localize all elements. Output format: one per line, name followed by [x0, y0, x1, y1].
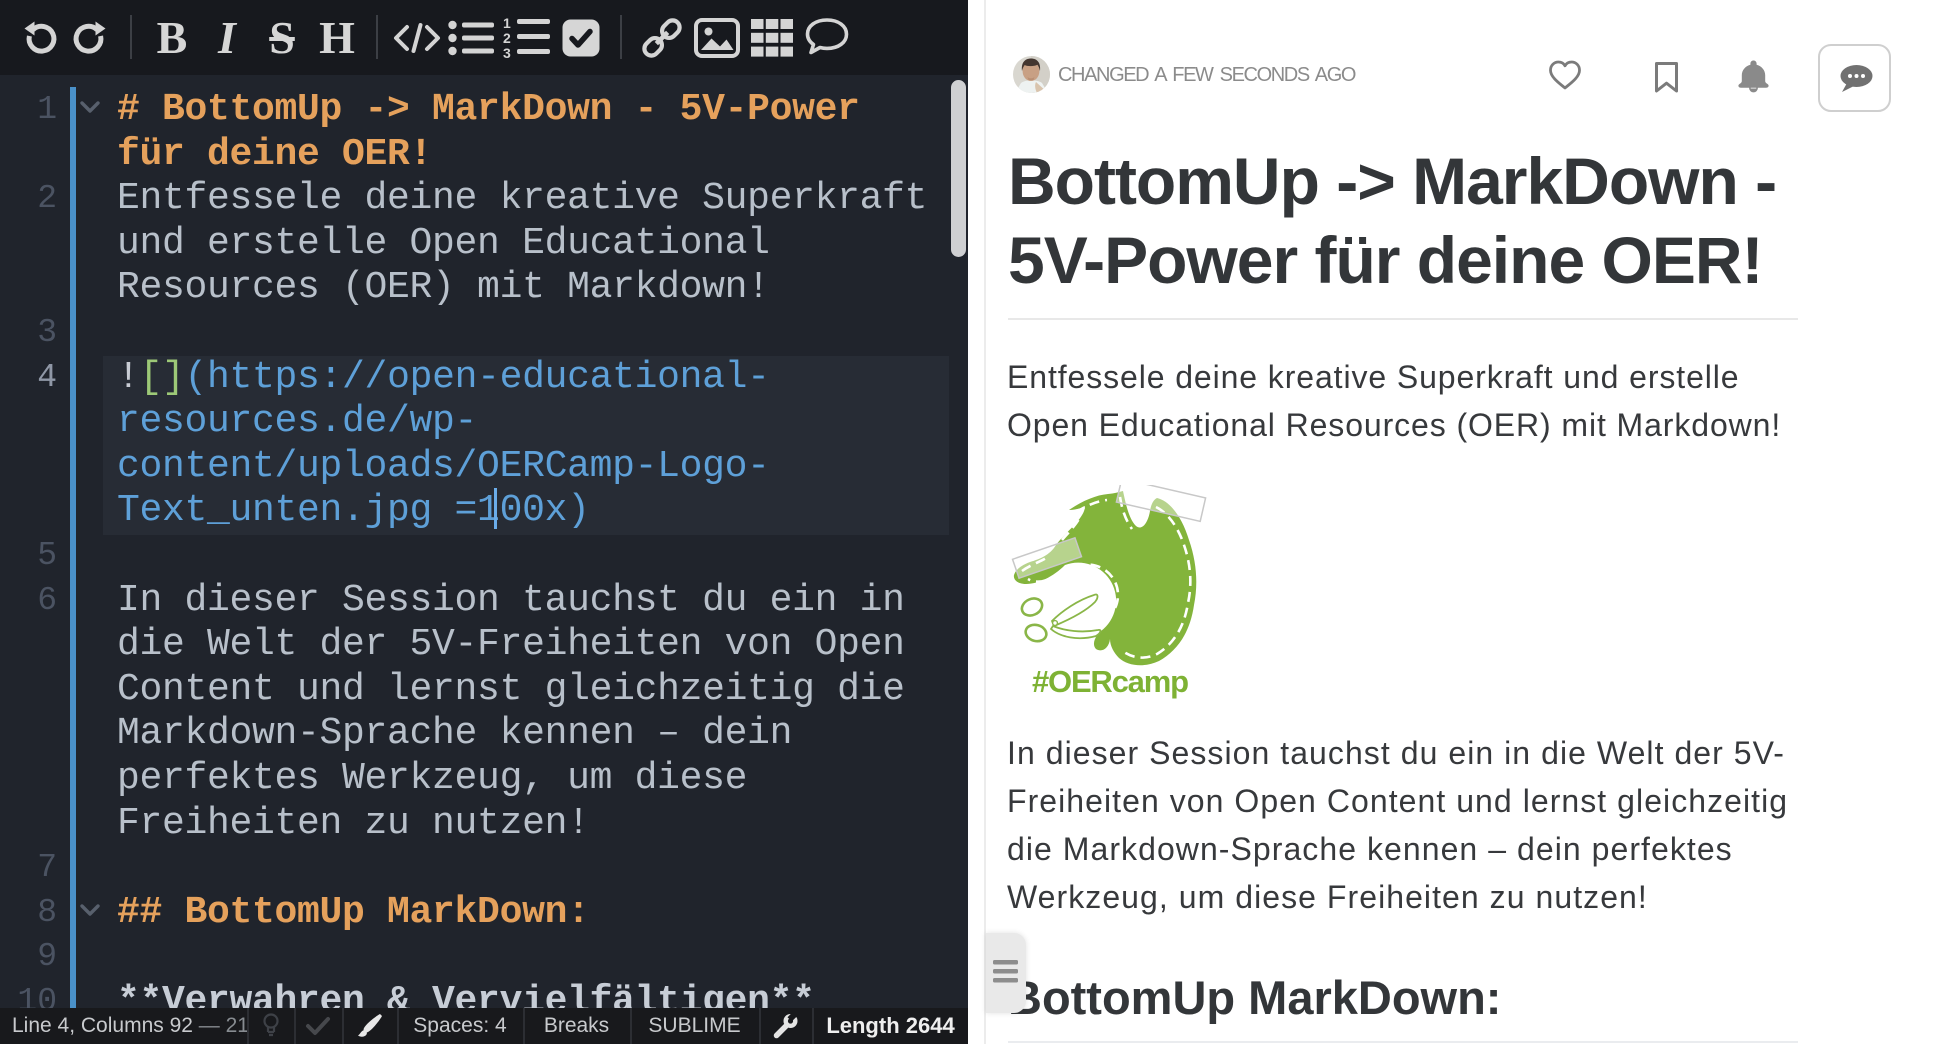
- svg-text:2: 2: [503, 30, 511, 46]
- svg-text:3: 3: [503, 45, 511, 61]
- svg-text:1: 1: [503, 15, 511, 31]
